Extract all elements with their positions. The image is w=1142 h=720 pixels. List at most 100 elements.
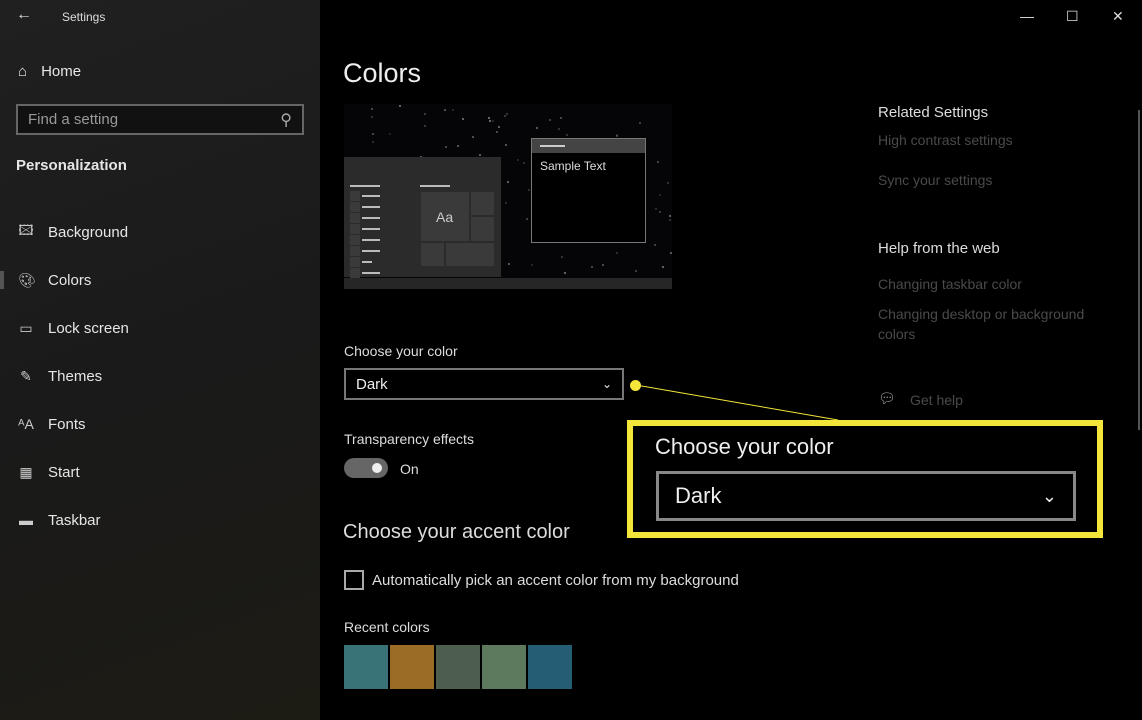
star [559, 117, 562, 120]
star [523, 161, 526, 164]
star [424, 125, 427, 128]
star [370, 107, 373, 110]
close-button[interactable]: ✕ [1112, 8, 1124, 25]
color-swatch[interactable] [390, 645, 434, 689]
star [461, 117, 464, 120]
sidebar-item-taskbar[interactable]: ▬ Taskbar [0, 496, 320, 544]
maximize-button[interactable]: ☐ [1066, 8, 1079, 25]
star [445, 146, 448, 149]
picture-icon: 🖾 [18, 222, 34, 238]
star [668, 215, 671, 218]
star [655, 208, 658, 211]
home-label: Home [41, 63, 82, 80]
chevron-down-icon: ⌄ [1041, 485, 1057, 506]
star [639, 122, 642, 125]
home-icon: ⌂ [18, 63, 28, 80]
link-desktop-colors[interactable]: Changing desktop or background colors [878, 304, 1118, 344]
star [488, 119, 491, 122]
auto-pick-checkbox[interactable] [344, 570, 364, 590]
star [457, 144, 460, 147]
link-high-contrast[interactable]: High contrast settings [878, 132, 1013, 148]
color-swatch[interactable] [436, 645, 480, 689]
color-swatch[interactable] [482, 645, 526, 689]
search-box[interactable]: ⚲ [16, 104, 304, 135]
star [668, 219, 671, 222]
star [371, 115, 374, 118]
choose-color-dropdown[interactable]: Dark ⌄ [344, 368, 624, 400]
star [517, 159, 520, 162]
nav-list: 🖾 Background 🎨︎ Colors ▭ Lock screen ✎ Theme… [0, 208, 320, 544]
search-icon: ⚲ [280, 111, 292, 129]
star [478, 153, 481, 156]
star [558, 127, 561, 130]
preview-tile: Aa [420, 191, 470, 242]
star [443, 109, 446, 112]
sidebar-item-colors[interactable]: 🎨︎ Colors [0, 256, 320, 304]
sidebar-home[interactable]: ⌂ Home [18, 63, 81, 80]
star [398, 104, 401, 107]
color-swatch[interactable] [344, 645, 388, 689]
get-help-icon: 💬︎ [878, 390, 896, 406]
star [659, 210, 662, 213]
app-title: Settings [62, 10, 106, 24]
color-swatch[interactable] [528, 645, 572, 689]
nav-label: Themes [48, 367, 103, 385]
help-heading: Help from the web [878, 240, 1000, 257]
recent-colors-label: Recent colors [344, 619, 430, 635]
star [591, 265, 594, 268]
toggle-state: On [400, 461, 419, 477]
star [657, 160, 660, 163]
star [526, 218, 529, 221]
star [471, 136, 474, 139]
transparency-toggle[interactable] [344, 458, 388, 478]
star [667, 181, 670, 184]
star [504, 115, 507, 118]
nav-label: Colors [48, 271, 92, 289]
star [548, 119, 551, 122]
scrollbar[interactable] [1138, 110, 1140, 430]
star [388, 132, 391, 135]
minimize-button[interactable]: — [1020, 8, 1034, 24]
taskbar-icon: ▬ [19, 512, 33, 528]
fonts-icon: ᴬA [18, 416, 34, 432]
nav-label: Lock screen [48, 319, 129, 337]
get-help-link[interactable]: Get help [910, 392, 963, 408]
star [560, 256, 563, 259]
star [530, 263, 533, 266]
star [371, 132, 374, 135]
sidebar-item-fonts[interactable]: ᴬA Fonts [0, 400, 320, 448]
link-sync[interactable]: Sync your settings [878, 172, 992, 188]
star [495, 131, 498, 134]
preview-start-menu: Aa [344, 157, 501, 278]
star [423, 112, 426, 115]
callout-pointer-dot [630, 380, 641, 391]
callout-value: Dark [675, 483, 722, 508]
sidebar-item-start[interactable]: ▦ Start [0, 448, 320, 496]
back-arrow-icon[interactable]: ← [16, 6, 32, 24]
transparency-label: Transparency effects [344, 431, 474, 447]
star [661, 266, 664, 269]
nav-label: Fonts [48, 415, 86, 433]
lock-screen-icon: ▭ [19, 319, 33, 336]
section-heading: Personalization [16, 157, 127, 174]
link-taskbar-color[interactable]: Changing taskbar color [878, 276, 1022, 292]
star [527, 189, 530, 192]
nav-label: Start [48, 463, 80, 481]
sidebar-item-themes[interactable]: ✎ Themes [0, 352, 320, 400]
star [634, 269, 637, 272]
search-input[interactable] [28, 111, 268, 128]
choose-color-label: Choose your color [344, 343, 458, 359]
sample-text: Sample Text [540, 159, 606, 173]
sidebar-item-background[interactable]: 🖾 Background [0, 208, 320, 256]
start-icon: ▦ [19, 463, 33, 480]
page-title: Colors [343, 58, 422, 88]
star [602, 264, 605, 267]
sidebar-item-lock-screen[interactable]: ▭ Lock screen [0, 304, 320, 352]
star [506, 113, 509, 116]
star [488, 117, 491, 120]
theme-preview: Aa Sample Text [344, 104, 672, 289]
star [536, 127, 538, 130]
accent-heading: Choose your accent color [343, 521, 570, 543]
preview-taskbar [344, 278, 672, 289]
star [654, 244, 657, 247]
